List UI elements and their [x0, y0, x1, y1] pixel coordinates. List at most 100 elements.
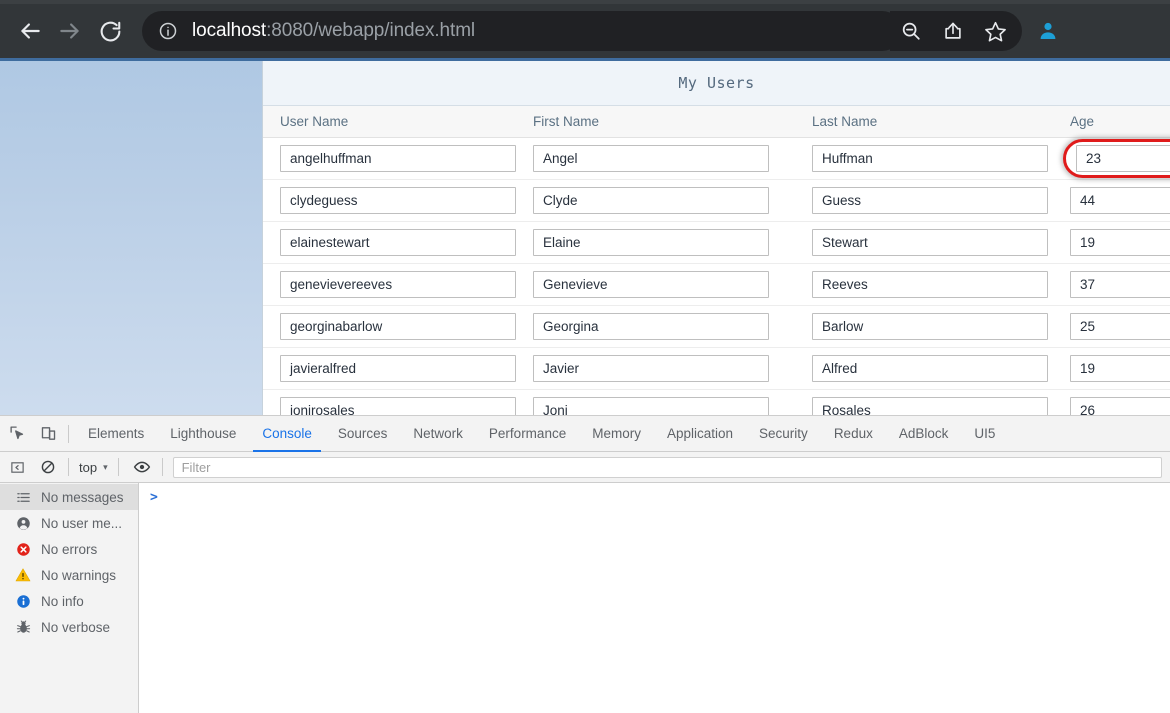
devtools-panel: Elements Lighthouse Console Sources Netw… — [0, 415, 1170, 713]
tab-elements[interactable]: Elements — [75, 416, 157, 452]
site-info-icon[interactable] — [158, 21, 178, 41]
tab-memory[interactable]: Memory — [579, 416, 654, 452]
forward-button[interactable] — [50, 11, 90, 51]
age-input[interactable]: 26 — [1070, 397, 1170, 415]
user-name-input[interactable]: genevievereeves — [280, 271, 516, 298]
eye-icon — [133, 461, 150, 473]
tab-console[interactable]: Console — [249, 416, 325, 452]
sidebar-item-label: No errors — [41, 541, 98, 557]
first-name-input[interactable]: Angel — [533, 145, 769, 172]
first-name-input[interactable]: Elaine — [533, 229, 769, 256]
sidebar-item-warnings[interactable]: No warnings — [0, 562, 138, 588]
console-filter-bar: top ▾ Filter — [0, 452, 1170, 483]
clear-console-button[interactable] — [34, 453, 62, 481]
execution-context-selector[interactable]: top ▾ — [75, 460, 112, 475]
sidebar-item-info[interactable]: No info — [0, 588, 138, 614]
cell-age: 23 — [1053, 139, 1170, 178]
column-header-user-name[interactable]: User Name — [263, 114, 516, 129]
sidebar-item-errors[interactable]: No errors — [0, 536, 138, 562]
cell-first-name: Clyde — [516, 187, 795, 214]
cell-last-name: Stewart — [795, 229, 1053, 256]
tab-security[interactable]: Security — [746, 416, 821, 452]
back-button[interactable] — [10, 11, 50, 51]
profile-avatar[interactable] — [1026, 9, 1070, 53]
list-icon — [14, 488, 32, 506]
first-name-input[interactable]: Clyde — [533, 187, 769, 214]
column-header-first-name[interactable]: First Name — [516, 114, 795, 129]
bookmark-button[interactable] — [974, 11, 1016, 51]
last-name-input[interactable]: Reeves — [812, 271, 1048, 298]
cell-age: 37 — [1053, 271, 1170, 298]
tab-adblock[interactable]: AdBlock — [886, 416, 962, 452]
column-header-age[interactable]: Age — [1053, 114, 1170, 129]
age-input[interactable]: 44 — [1070, 187, 1170, 214]
sidebar-item-messages[interactable]: No messages — [0, 484, 138, 510]
last-name-input[interactable]: Huffman — [812, 145, 1048, 172]
sidebar-item-label: No info — [41, 593, 84, 609]
live-expression-button[interactable] — [128, 453, 156, 481]
sidebar-item-user-messages[interactable]: No user me... — [0, 510, 138, 536]
age-input[interactable]: 25 — [1070, 313, 1170, 340]
zoom-out-button[interactable] — [890, 11, 932, 51]
table-row: angelhuffman Angel Huffman 23 — [263, 138, 1170, 180]
last-name-input[interactable]: Rosales — [812, 397, 1048, 415]
console-prompt-row[interactable]: > — [139, 483, 1170, 505]
cell-first-name: Javier — [516, 355, 795, 382]
tab-network[interactable]: Network — [400, 416, 476, 452]
first-name-input[interactable]: Genevieve — [533, 271, 769, 298]
star-icon — [984, 21, 1006, 42]
tab-performance[interactable]: Performance — [476, 416, 579, 452]
tab-lighthouse[interactable]: Lighthouse — [157, 416, 249, 452]
user-name-input[interactable]: javieralfred — [280, 355, 516, 382]
share-button[interactable] — [932, 11, 974, 51]
cell-first-name: Georgina — [516, 313, 795, 340]
page-viewport: My Users User Name First Name Last Name … — [0, 58, 1170, 415]
first-name-input[interactable]: Javier — [533, 355, 769, 382]
tab-sources[interactable]: Sources — [325, 416, 401, 452]
error-icon — [14, 540, 32, 558]
sidebar-toggle-icon — [10, 461, 24, 473]
cell-user-name: javieralfred — [263, 355, 516, 382]
age-input[interactable]: 19 — [1070, 355, 1170, 382]
device-toolbar-button[interactable] — [34, 420, 62, 448]
console-sidebar-toggle-button[interactable] — [3, 453, 31, 481]
last-name-input[interactable]: Stewart — [812, 229, 1048, 256]
table-row: elainestewart Elaine Stewart 19 — [263, 222, 1170, 264]
last-name-input[interactable]: Guess — [812, 187, 1048, 214]
tab-redux[interactable]: Redux — [821, 416, 886, 452]
tab-application[interactable]: Application — [654, 416, 746, 452]
inspect-cursor-icon — [9, 426, 23, 440]
first-name-input[interactable]: Georgina — [533, 313, 769, 340]
last-name-input[interactable]: Barlow — [812, 313, 1048, 340]
filterbar-divider-3 — [161, 458, 163, 476]
person-icon — [14, 514, 32, 532]
user-name-input[interactable]: angelhuffman — [280, 145, 516, 172]
age-input[interactable]: 19 — [1070, 229, 1170, 256]
sidebar-item-label: No messages — [41, 489, 124, 505]
user-name-input[interactable]: georginabarlow — [280, 313, 516, 340]
cell-age: 19 — [1053, 229, 1170, 256]
user-name-input[interactable]: jonirosales — [280, 397, 516, 415]
user-name-input[interactable]: clydeguess — [280, 187, 516, 214]
tab-ui5[interactable]: UI5 — [961, 416, 1008, 452]
warning-icon — [14, 566, 32, 584]
first-name-input[interactable]: Joni — [533, 397, 769, 415]
cell-last-name: Reeves — [795, 271, 1053, 298]
address-bar[interactable]: localhost:8080/webapp/index.html — [142, 11, 902, 51]
column-header-last-name[interactable]: Last Name — [795, 114, 1053, 129]
execution-context-value: top — [79, 459, 98, 475]
console-filter-input[interactable]: Filter — [172, 456, 1162, 478]
info-icon — [14, 592, 32, 610]
age-input[interactable]: 23 — [1076, 145, 1170, 172]
cell-user-name: jonirosales — [263, 397, 516, 415]
last-name-input[interactable]: Alfred — [812, 355, 1048, 382]
sidebar-item-verbose[interactable]: No verbose — [0, 614, 138, 640]
reload-button[interactable] — [90, 11, 130, 51]
console-body: No messages No user me... No errors No w… — [0, 483, 1170, 713]
age-input[interactable]: 37 — [1070, 271, 1170, 298]
forward-arrow-icon — [60, 23, 79, 39]
page-title: My Users — [678, 74, 755, 92]
inspect-element-button[interactable] — [3, 420, 31, 448]
user-name-input[interactable]: elainestewart — [280, 229, 516, 256]
console-output-area[interactable]: > — [139, 483, 1170, 713]
